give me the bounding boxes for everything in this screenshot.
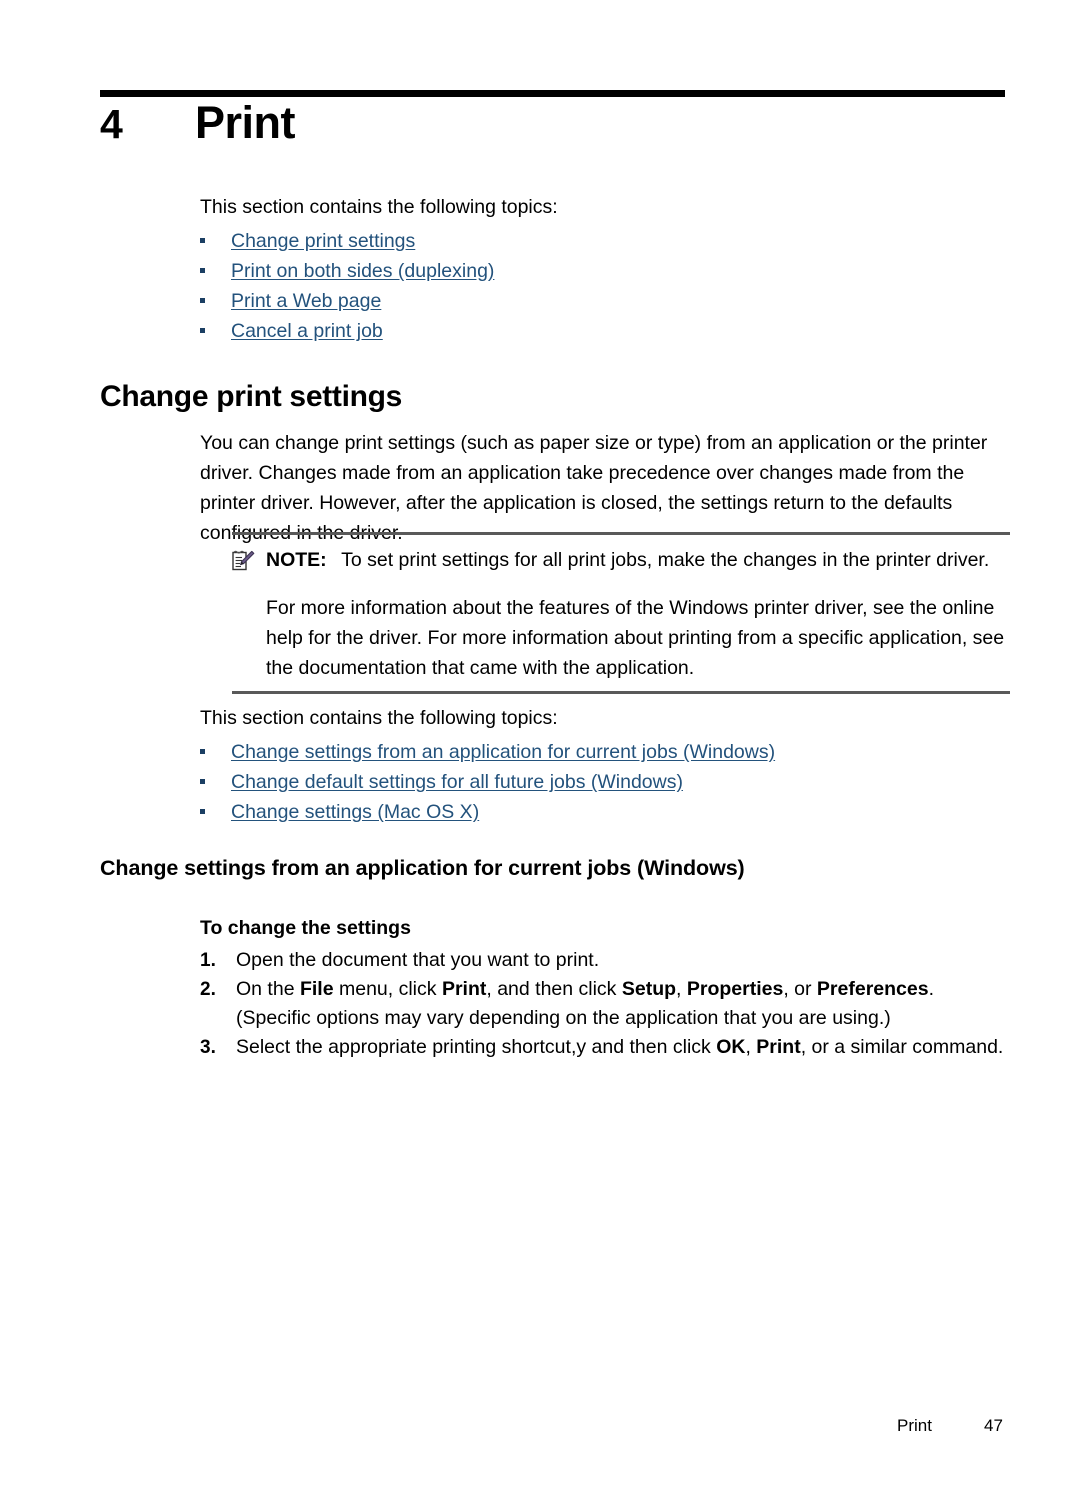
chapter-topics-list-block: Change print settings Print on both sides… [200,226,1010,346]
section-topic-link-2[interactable]: Change default settings for all future j… [231,771,683,793]
chapter-topic-link-1[interactable]: Change print settings [231,230,415,252]
list-item: Cancel a print job [200,316,1010,346]
list-item: Change settings from an application for … [200,737,1010,767]
note-bottom-rule [232,691,1010,694]
ui-term: Setup [621,978,677,1000]
procedure-step: 3. Select the appropriate printing shortc… [200,1033,1010,1062]
section-topics-intro: This section contains the following topi… [200,707,558,729]
chapter-topic-link-2[interactable]: Print on both sides (duplexing) [231,260,494,282]
note-callout: NOTE: To set print settings for all prin… [232,532,1010,694]
subsection-heading: Change settings from an application for … [100,856,745,880]
section-topics-intro-block: This section contains the following topi… [200,703,1010,733]
bullet-marker-icon [200,779,205,784]
section-topic-link-3[interactable]: Change settings (Mac OS X) [231,801,479,823]
footer-chapter-label: Print [897,1416,932,1435]
ui-term: Preferences [816,978,929,1000]
document-page: 4 Print This section contains the follow… [0,0,1080,1495]
section-topics-list-block: Change settings from an application for … [200,737,1010,827]
bullet-marker-icon [200,298,205,303]
intro-paragraph-block: This section contains the following topi… [200,192,1010,222]
list-item: Change print settings [200,226,1010,256]
section-paragraph: You can change print settings (such as p… [200,432,988,544]
procedure-title: To change the settings [200,917,411,939]
step-number: 1. [200,950,216,971]
chapter-heading: 4 Print [100,100,1005,145]
procedure-steps: 1. Open the document that you want to pri… [200,946,1010,1062]
note-extra-paragraph: For more information about the features … [266,597,1005,679]
ui-term: File [299,978,334,1000]
footer-page-number: 47 [984,1416,1003,1435]
list-item: Print a Web page [200,286,1010,316]
step-text: Open the document that you want to print… [236,949,600,971]
step-text: On the File menu, click Print, and then … [236,978,935,1029]
ui-term: Print [441,978,487,1000]
intro-paragraph: This section contains the following topi… [200,196,558,218]
bullet-marker-icon [200,268,205,273]
procedure-steps-block: 1. Open the document that you want to pri… [200,946,1010,1062]
note-body: NOTE: To set print settings for all prin… [232,545,1010,575]
note-text: To set print settings for all print jobs… [341,549,990,571]
procedure-step: 1. Open the document that you want to pri… [200,946,1010,975]
chapter-topic-link-4[interactable]: Cancel a print job [231,320,383,342]
chapter-number: 4 [100,101,123,147]
bullet-marker-icon [200,809,205,814]
section-paragraph-block: You can change print settings (such as p… [200,428,1010,548]
section-heading: Change print settings [100,380,403,413]
list-item: Change default settings for all future j… [200,767,1010,797]
ui-term: OK [716,1036,746,1058]
section-topics-list: Change settings from an application for … [200,737,1010,827]
page-footer: Print 47 [100,1415,1010,1437]
list-item: Print on both sides (duplexing) [200,256,1010,286]
list-item: Change settings (Mac OS X) [200,797,1010,827]
note-pencil-icon [231,549,255,573]
step-number: 3. [200,1037,216,1058]
chapter-topic-link-3[interactable]: Print a Web page [231,290,381,312]
note-label: NOTE: [266,549,327,571]
procedure-title-block: To change the settings [200,917,1010,940]
procedure-step: 2. On the File menu, click Print, and the… [200,975,1010,1033]
ui-term: Properties [686,978,784,1000]
chapter-topics-list: Change print settings Print on both sides… [200,226,1010,346]
bullet-marker-icon [200,328,205,333]
step-text: Select the appropriate printing shortcut… [236,1036,1004,1058]
bullet-marker-icon [200,749,205,754]
chapter-divider-rule [100,90,1005,97]
ui-term: Print [756,1036,801,1058]
chapter-title: Print [195,97,296,148]
bullet-marker-icon [200,238,205,243]
section-topic-link-1[interactable]: Change settings from an application for … [231,741,775,763]
step-number: 2. [200,979,216,1000]
